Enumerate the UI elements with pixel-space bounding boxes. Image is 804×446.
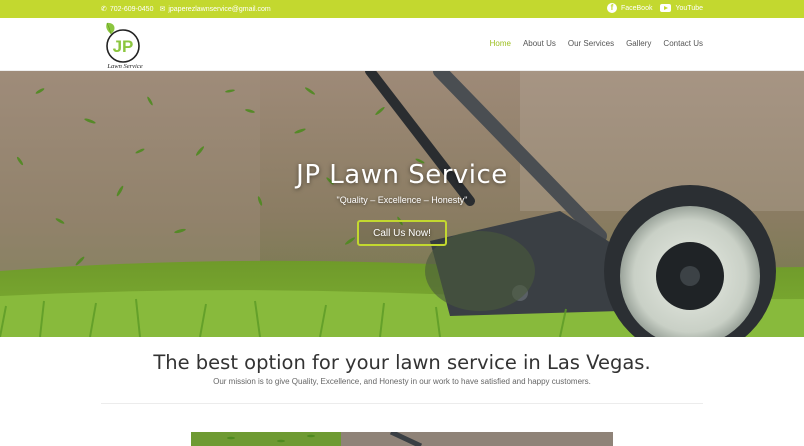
envelope-icon: ✉: [159, 6, 166, 13]
phone-number: 702-609-0450: [109, 5, 154, 13]
nav-home[interactable]: Home: [490, 39, 511, 48]
contact-info: ✆ 702-609-0450 ✉ jpaperezlawnservice@gma…: [101, 5, 271, 14]
page-headline: The best option for your lawn service in…: [153, 351, 651, 374]
email-link[interactable]: ✉ jpaperezlawnservice@gmail.com: [159, 5, 271, 14]
mission-statement: Our mission is to give Quality, Excellen…: [213, 377, 591, 386]
phone-icon: ✆: [101, 6, 107, 13]
logo-graphic: JP Lawn Service: [106, 22, 143, 70]
youtube-link[interactable]: YouTube: [660, 4, 703, 12]
hero-subtitle: "Quality – Excellence – Honesty": [336, 195, 468, 205]
hero-section: JP Lawn Service "Quality – Excellence – …: [0, 71, 804, 337]
social-links: f FaceBook YouTube: [606, 3, 703, 13]
site-header: JP Lawn Service Home About Us Our Servic…: [0, 18, 804, 71]
phone-link[interactable]: ✆ 702-609-0450: [101, 5, 154, 14]
site-logo[interactable]: JP Lawn Service: [101, 20, 149, 70]
main-nav: Home About Us Our Services Gallery Conta…: [490, 39, 703, 48]
nav-our-services[interactable]: Our Services: [568, 39, 614, 48]
facebook-label: FaceBook: [620, 4, 653, 12]
hero-title: JP Lawn Service: [296, 160, 508, 190]
youtube-icon: [660, 4, 672, 12]
facebook-icon: f: [606, 3, 617, 13]
facebook-link[interactable]: f FaceBook: [606, 3, 653, 13]
section-divider: [101, 403, 703, 404]
call-us-now-button[interactable]: Call Us Now!: [357, 220, 447, 246]
youtube-label: YouTube: [675, 4, 703, 12]
logo-tagline: Lawn Service: [106, 63, 142, 70]
logo-monogram: JP: [113, 37, 134, 56]
gallery-preview-image: [191, 432, 613, 446]
nav-gallery[interactable]: Gallery: [626, 39, 651, 48]
nav-contact-us[interactable]: Contact Us: [663, 39, 703, 48]
email-address: jpaperezlawnservice@gmail.com: [168, 5, 271, 13]
preview-graphic: [191, 432, 613, 446]
nav-about-us[interactable]: About Us: [523, 39, 556, 48]
top-bar: ✆ 702-609-0450 ✉ jpaperezlawnservice@gma…: [0, 0, 804, 18]
